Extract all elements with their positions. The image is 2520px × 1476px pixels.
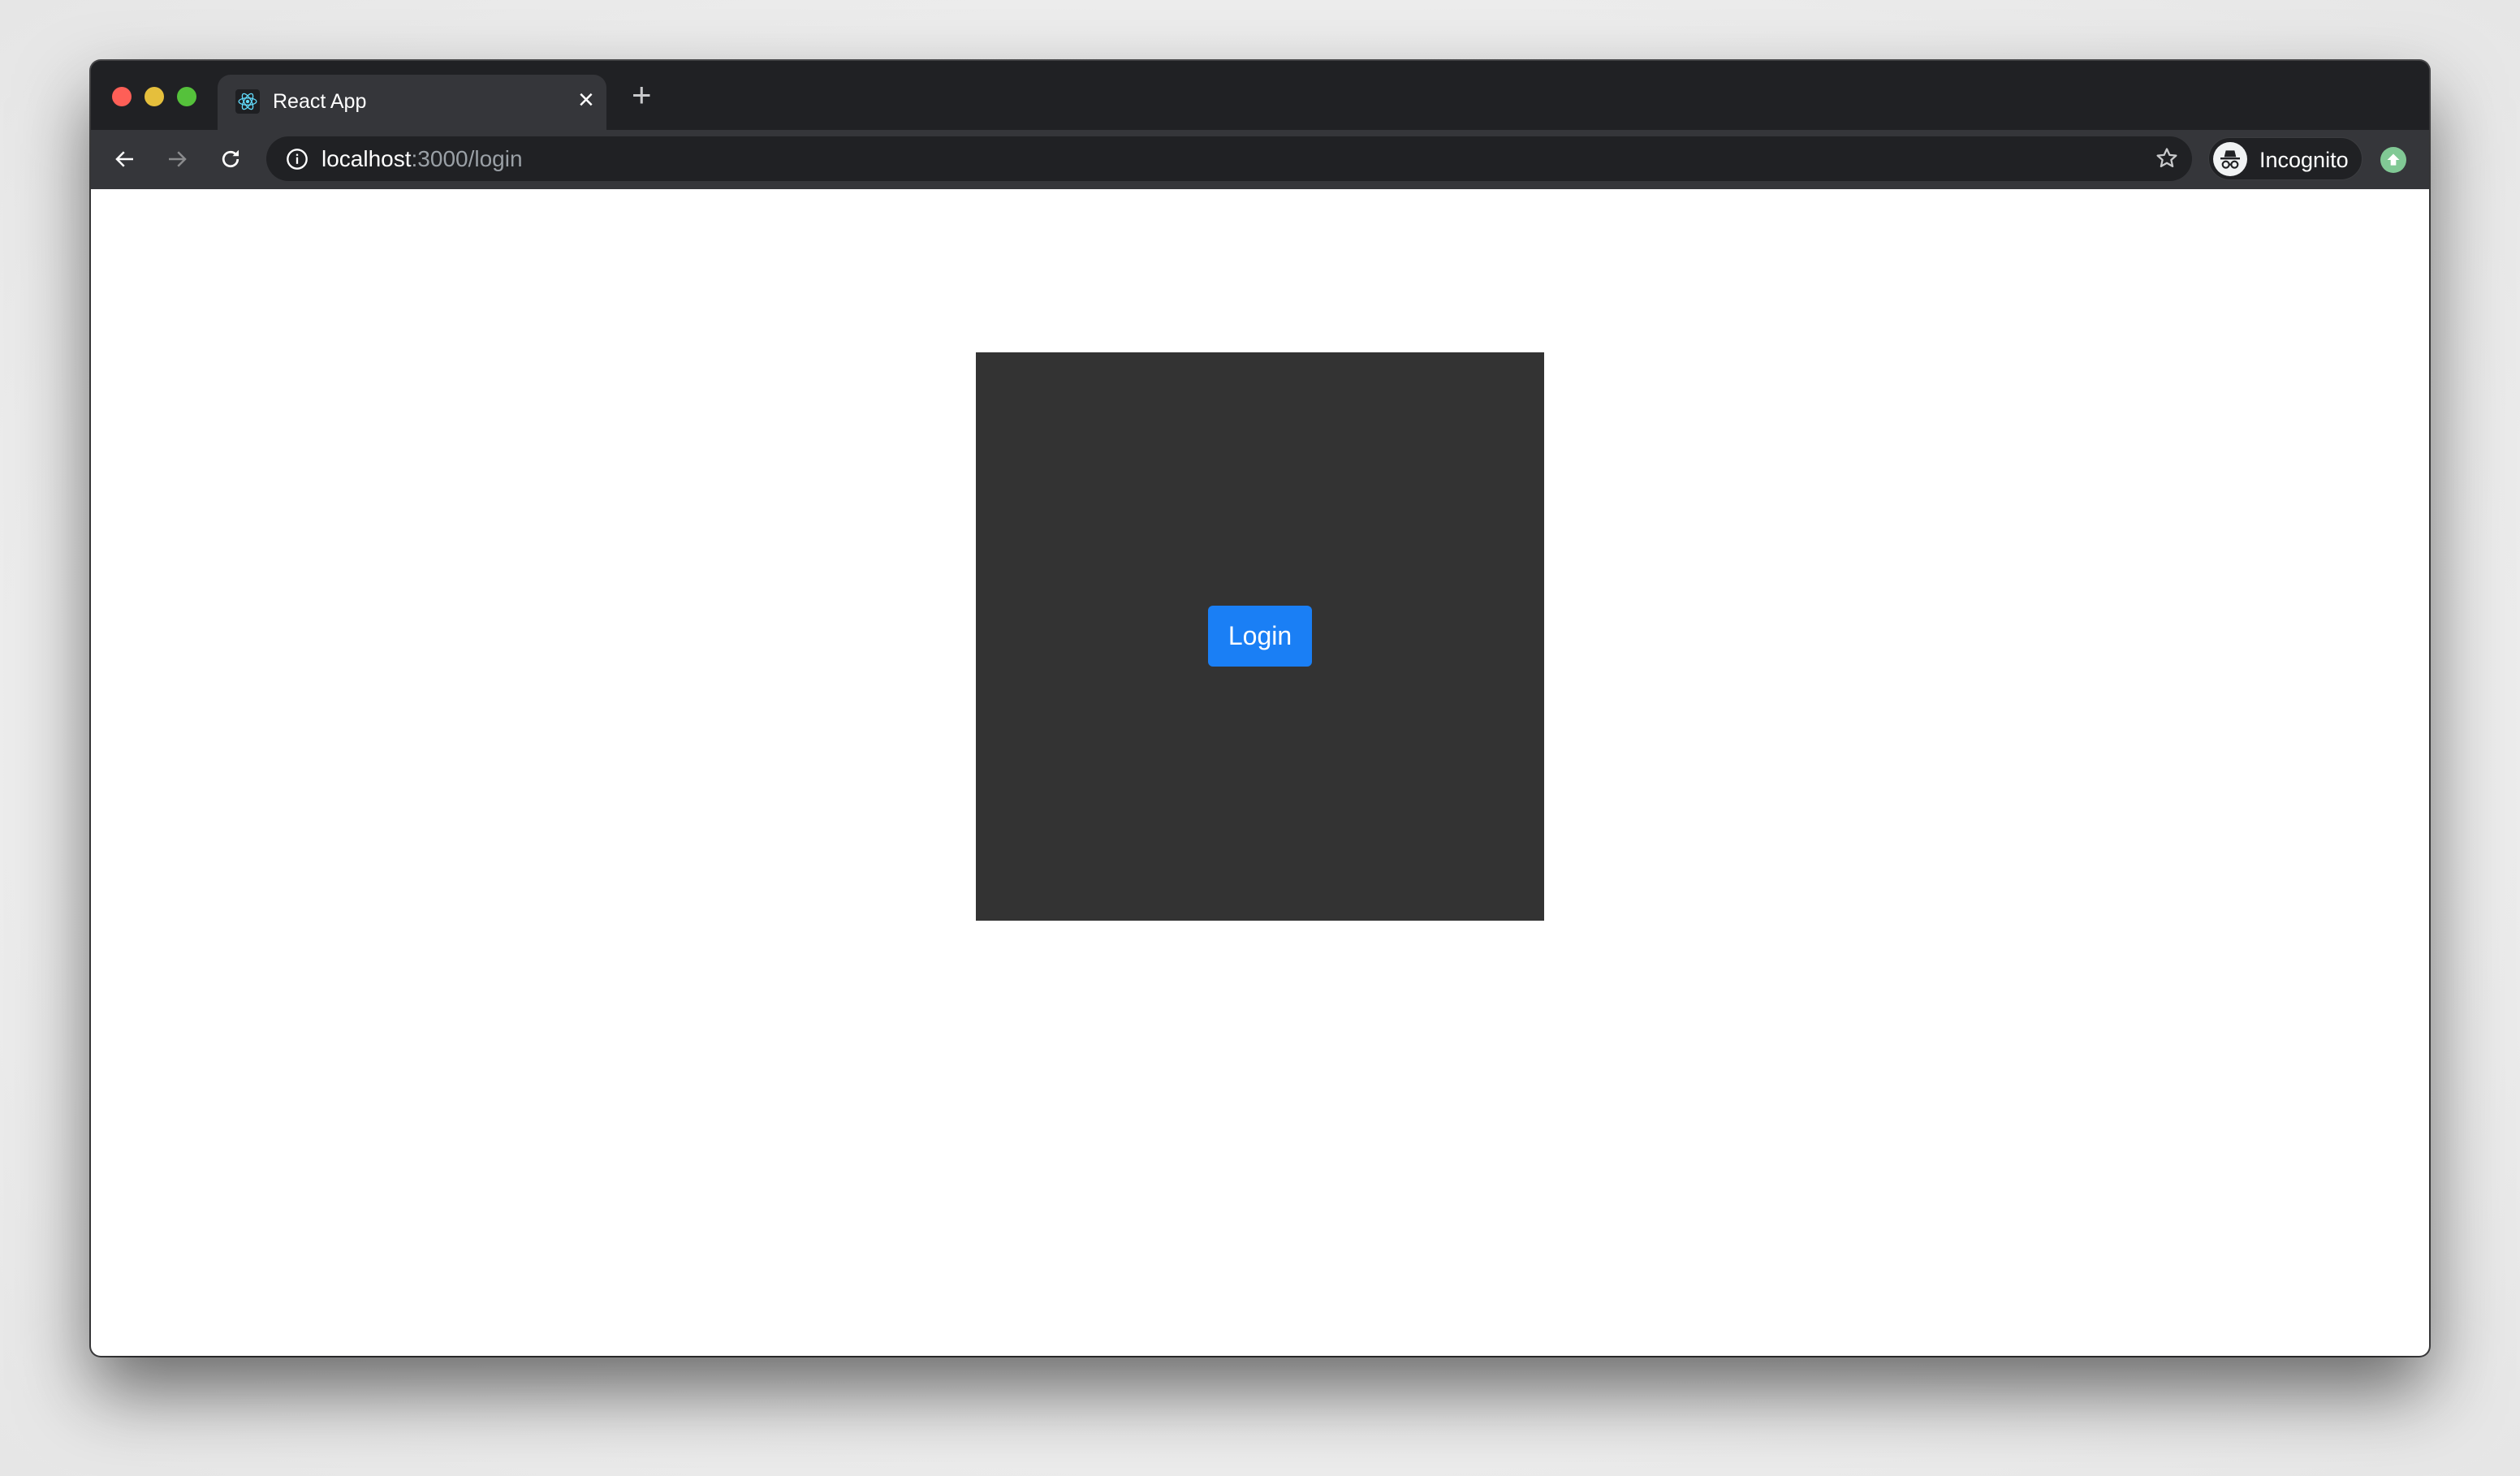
incognito-icon xyxy=(2213,142,2247,176)
address-bar[interactable]: localhost:3000/login xyxy=(266,136,2192,181)
back-arrow-icon xyxy=(115,151,133,167)
new-tab-button[interactable]: + xyxy=(632,78,652,112)
window-close-button[interactable] xyxy=(112,87,132,106)
forward-button[interactable] xyxy=(159,141,195,177)
back-button[interactable] xyxy=(107,141,143,177)
url-host: localhost xyxy=(321,146,412,171)
update-button[interactable] xyxy=(2380,147,2406,173)
window-minimize-button[interactable] xyxy=(145,87,164,106)
url-text: localhost:3000/login xyxy=(321,146,523,172)
reload-button[interactable] xyxy=(213,141,248,177)
incognito-profile-button[interactable]: Incognito xyxy=(2208,137,2362,180)
incognito-label: Incognito xyxy=(2259,148,2349,172)
react-logo-icon xyxy=(235,89,260,114)
url-path: :3000/login xyxy=(411,146,523,171)
tab-title: React App xyxy=(273,90,367,113)
toolbar: localhost:3000/login Incognito xyxy=(91,130,2429,191)
reload-icon xyxy=(222,149,239,168)
tab-close-icon[interactable]: × xyxy=(578,86,594,114)
tab-strip: React App × + xyxy=(91,61,2429,133)
login-button[interactable]: Login xyxy=(1208,606,1312,667)
forward-arrow-icon xyxy=(169,151,187,167)
browser-window: React App × + localhost:3000/login Incog… xyxy=(91,61,2429,1356)
window-maximize-button[interactable] xyxy=(177,87,196,106)
star-icon[interactable] xyxy=(2155,146,2179,170)
login-panel: Login xyxy=(976,352,1544,921)
tab-react-app[interactable]: React App × xyxy=(218,75,606,133)
page-content: Login xyxy=(91,189,2429,1356)
update-arrow-icon xyxy=(2387,153,2400,166)
info-icon[interactable] xyxy=(286,148,309,170)
